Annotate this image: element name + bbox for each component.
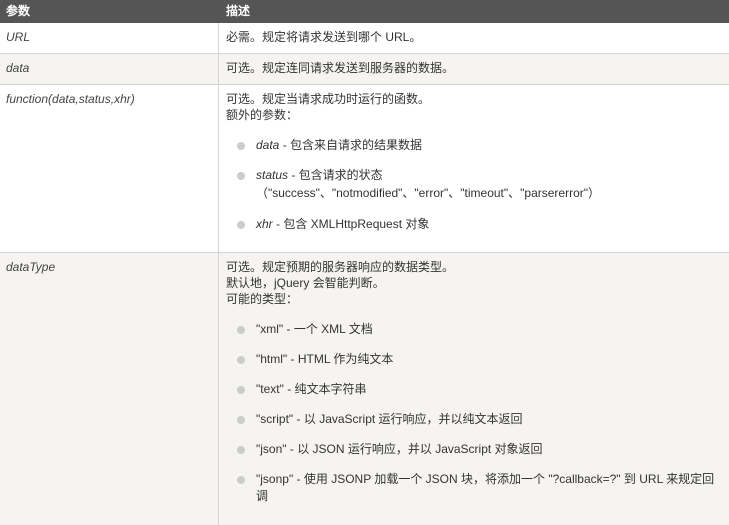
list-item-continuation: （"success"、"notmodified"、"error"、"timeou…	[256, 186, 601, 200]
list-item: "xml" - 一个 XML 文档	[256, 322, 373, 336]
bullet-icon	[237, 386, 245, 394]
param-description: 必需。规定将请求发送到哪个 URL。	[226, 30, 422, 44]
description-line: 默认地，jQuery 会智能判断。	[226, 276, 385, 290]
list-item: xhr - 包含 XMLHttpRequest 对象	[256, 217, 430, 231]
description-line: 可选。规定当请求成功时运行的函数。	[226, 92, 431, 106]
parameter-table: 参数 描述 URL 必需。规定将请求发送到哪个 URL。 data 可选。规定连…	[0, 0, 729, 525]
bullet-icon	[237, 416, 245, 424]
bullet-icon	[237, 326, 245, 334]
bullet-icon	[237, 446, 245, 454]
list-item: "html" - HTML 作为纯文本	[256, 352, 394, 366]
description-line: 可选。规定预期的服务器响应的数据类型。	[226, 260, 455, 274]
table-header: 参数 描述	[0, 0, 729, 23]
bullet-icon	[237, 221, 245, 229]
param-name: data	[6, 61, 30, 75]
description-line: 可能的类型：	[226, 292, 299, 306]
param-name: function(data,status,xhr)	[6, 92, 135, 106]
param-name: dataType	[6, 260, 56, 274]
list-item: status - 包含请求的状态	[256, 168, 383, 182]
table-row: function(data,status,xhr) 可选。规定当请求成功时运行的…	[0, 85, 729, 253]
list-item: data - 包含来自请求的结果数据	[256, 138, 423, 152]
list-item: "json" - 以 JSON 运行响应，并以 JavaScript 对象返回	[256, 442, 543, 456]
bullet-icon	[237, 356, 245, 364]
list-item: "jsonp" - 使用 JSONP 加载一个 JSON 块，将添加一个 "?c…	[256, 472, 715, 486]
bullet-icon	[237, 142, 245, 150]
header-param: 参数	[6, 4, 31, 18]
bullet-icon	[237, 172, 245, 180]
table-row: data 可选。规定连同请求发送到服务器的数据。	[0, 54, 729, 85]
bullet-icon	[237, 476, 245, 484]
description-line: 额外的参数：	[226, 108, 299, 122]
table-row: dataType 可选。规定预期的服务器响应的数据类型。 默认地，jQuery …	[0, 253, 729, 525]
list-item-continuation: 调	[256, 489, 269, 503]
param-name: URL	[6, 30, 31, 44]
list-item: "script" - 以 JavaScript 运行响应，并以纯文本返回	[256, 412, 523, 426]
param-description: 可选。规定连同请求发送到服务器的数据。	[226, 61, 455, 75]
list-item: "text" - 纯文本字符串	[256, 382, 367, 396]
header-description: 描述	[226, 4, 251, 18]
table-row: URL 必需。规定将请求发送到哪个 URL。	[0, 23, 729, 54]
